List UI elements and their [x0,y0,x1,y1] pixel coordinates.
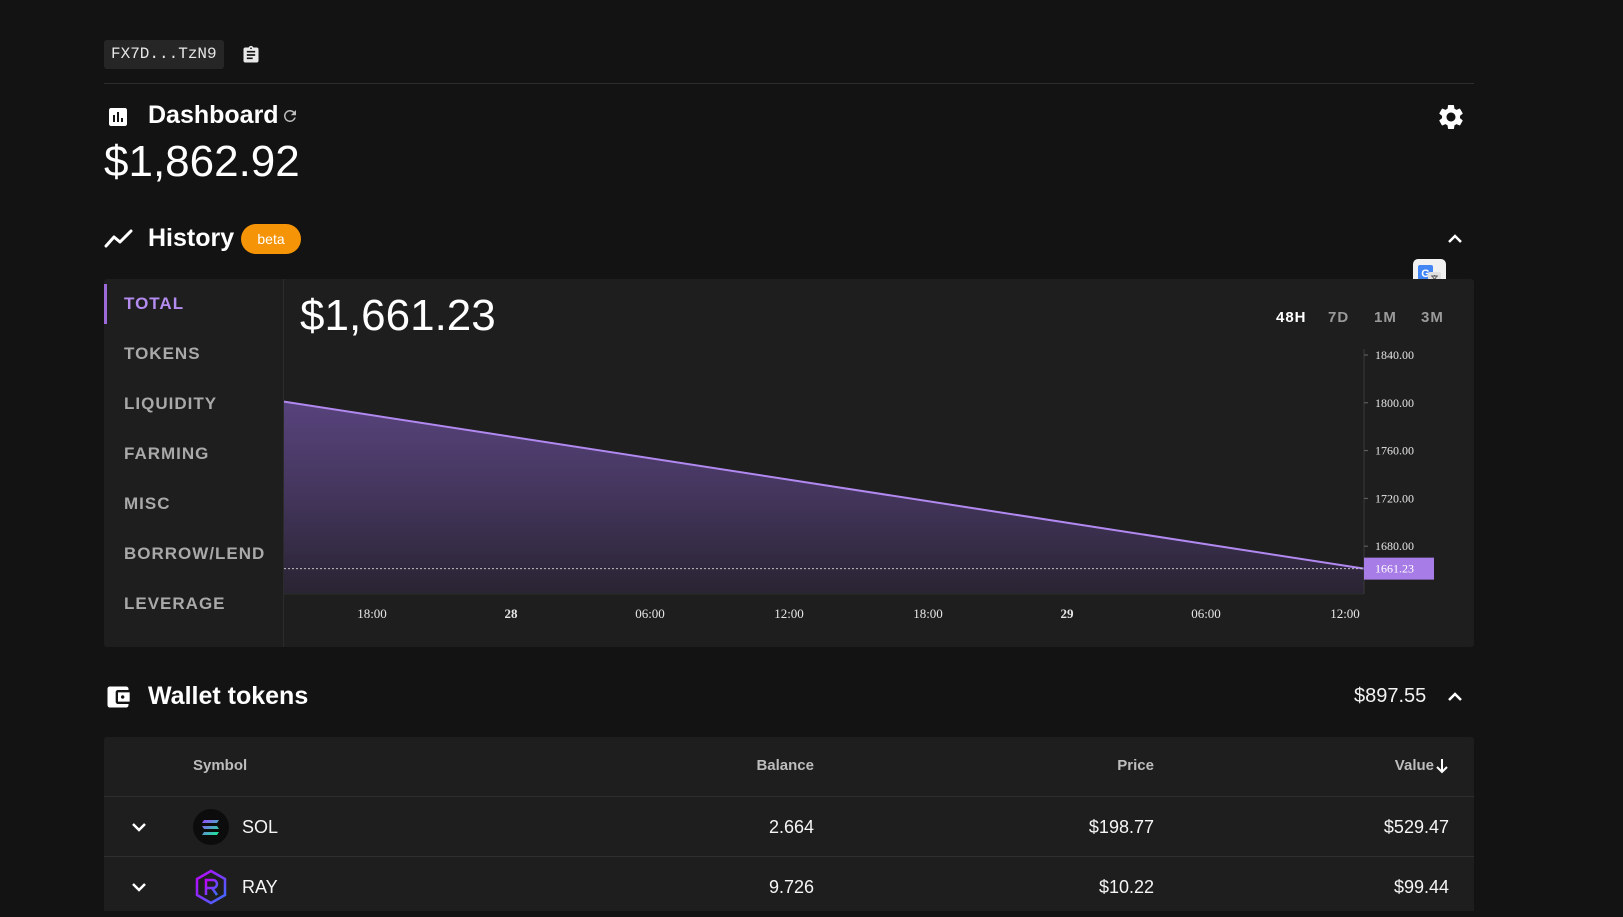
token-price: $198.77 [1088,817,1154,837]
column-header-balance[interactable]: Balance [634,757,814,774]
token-value: $99.44 [1393,877,1449,897]
chart-area-fill [284,401,1364,594]
y-tick-label: 1800.00 [1375,396,1414,410]
token-symbol: SOL [242,817,279,837]
y-tick-label: 1680.00 [1375,539,1414,553]
history-tab-tokens[interactable]: TOKENS [104,334,283,374]
y-tick-label: 1760.00 [1375,444,1414,458]
history-tab-farming[interactable]: FARMING [104,434,283,474]
chart-current-value: $1,661.23 [300,291,496,340]
y-tick-label: 1720.00 [1375,491,1414,505]
history-tab-total[interactable]: TOTAL [104,284,283,324]
trend-line-icon [104,227,134,251]
column-header-value[interactable]: Value [1364,757,1434,774]
token-balance: 2.664 [768,817,814,837]
page-title: Dashboard [148,101,279,129]
column-header-symbol[interactable]: Symbol [193,757,247,774]
sort-descending-icon[interactable] [1435,757,1449,775]
token-symbol: RAY [242,877,278,897]
x-tick-label: 29 [1061,606,1075,621]
gear-icon[interactable] [1436,102,1466,132]
wallet-tokens-table: Symbol Balance Price Value SOL 2.664 $19… [104,737,1474,911]
range-7d-button[interactable]: 7D [1328,309,1349,326]
wallet-tokens-title: Wallet tokens [148,682,309,710]
range-3m-button[interactable]: 3M [1421,309,1444,326]
x-tick-label: 12:00 [1330,606,1360,621]
current-value-label: 1661.23 [1375,562,1414,576]
history-tab-liquidity[interactable]: LIQUIDITY [104,384,283,424]
history-category-menu: TOTAL TOKENS LIQUIDITY FARMING MISC BORR… [104,279,284,647]
refresh-icon[interactable] [281,107,299,125]
history-title: History [148,224,235,252]
history-tab-leverage[interactable]: LEVERAGE [104,584,283,624]
y-tick-label: 1840.00 [1375,349,1414,362]
ray-token-logo [193,869,229,905]
bar-chart-icon [106,105,130,129]
x-tick-label: 06:00 [1191,606,1221,621]
x-tick-label: 28 [505,606,519,621]
wallet-icon [104,683,132,711]
history-area-chart: 1840.00 1800.00 1760.00 1720.00 1680.00 1661.… [284,349,1434,621]
range-48h-button[interactable]: 48H [1276,309,1307,326]
chevron-down-icon[interactable] [127,815,151,839]
column-header-price[interactable]: Price [974,757,1154,774]
wallet-tokens-total: $897.55 [1354,685,1427,707]
clipboard-icon[interactable] [241,45,261,65]
token-balance: 9.726 [768,877,814,897]
portfolio-total: $1,862.92 [104,137,300,186]
x-tick-label: 18:00 [913,606,943,621]
history-panel: TOTAL TOKENS LIQUIDITY FARMING MISC BORR… [104,279,1474,647]
chevron-up-icon[interactable] [1443,685,1467,709]
table-row[interactable]: RAY 9.726 $10.22 $99.44 [104,856,1474,917]
history-tab-borrow-lend[interactable]: BORROW/LEND [104,534,283,574]
chevron-up-icon[interactable] [1443,227,1467,251]
x-tick-label: 12:00 [774,606,804,621]
header-divider [104,83,1474,84]
range-1m-button[interactable]: 1M [1374,309,1397,326]
chevron-down-icon[interactable] [127,875,151,899]
sol-token-logo [193,809,229,845]
column-header-value-label: Value [1394,757,1434,774]
beta-badge: beta [241,224,301,254]
token-price: $10.22 [1098,877,1154,897]
history-tab-misc[interactable]: MISC [104,484,283,524]
wallet-address[interactable]: FX7D...TzN9 [104,40,224,69]
x-tick-label: 18:00 [357,606,387,621]
table-row[interactable]: SOL 2.664 $198.77 $529.47 [104,796,1474,857]
token-value: $529.47 [1383,817,1449,837]
x-tick-label: 06:00 [635,606,665,621]
